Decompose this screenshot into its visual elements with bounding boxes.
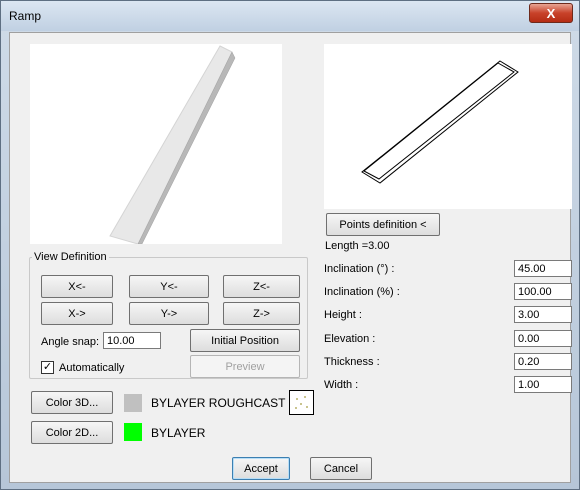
elevation-input[interactable]: [514, 330, 572, 347]
color-2d-swatch: [124, 423, 142, 441]
initial-position-button[interactable]: Initial Position: [190, 329, 300, 352]
accept-button[interactable]: Accept: [232, 457, 290, 480]
color-3d-swatch: [124, 394, 142, 412]
cancel-button[interactable]: Cancel: [310, 457, 372, 480]
height-input[interactable]: [514, 306, 572, 323]
view-x-minus-label: X<-: [68, 280, 86, 293]
accept-label: Accept: [244, 462, 278, 475]
view-x-plus-button[interactable]: X->: [41, 302, 113, 325]
view-y-minus-label: Y<-: [160, 280, 178, 293]
points-definition-label: Points definition <: [339, 218, 427, 231]
inclination-percent-label: Inclination (%) :: [324, 286, 400, 298]
view-definition-legend: View Definition: [32, 251, 109, 263]
view-y-plus-button[interactable]: Y->: [129, 302, 209, 325]
thickness-label: Thickness :: [324, 356, 380, 368]
ramp-2d-preview: [324, 44, 572, 209]
angle-snap-label: Angle snap:: [41, 336, 100, 348]
view-z-plus-label: Z->: [253, 307, 270, 320]
view-y-minus-button[interactable]: Y<-: [129, 275, 209, 298]
ramp-3d-preview: [30, 44, 282, 245]
preview-button[interactable]: Preview: [190, 355, 300, 378]
color-2d-value: BYLAYER: [151, 426, 206, 440]
color-3d-value: BYLAYER ROUGHCAST: [151, 396, 286, 410]
width-label: Width :: [324, 379, 359, 391]
title-bar: Ramp X: [1, 1, 579, 31]
cancel-label: Cancel: [323, 462, 359, 475]
automatically-label: Automatically: [59, 362, 125, 374]
elevation-label: Elevation :: [324, 333, 376, 345]
thickness-input[interactable]: [514, 353, 572, 370]
texture-thumbnail[interactable]: [289, 390, 314, 415]
color-2d-button[interactable]: Color 2D...: [31, 421, 113, 444]
color-2d-label: Color 2D...: [45, 426, 99, 439]
close-button[interactable]: X: [529, 3, 573, 23]
ramp-dialog: Ramp X Points definition < Length =3.00 …: [0, 0, 580, 490]
automatically-checkbox[interactable]: ✓: [41, 361, 54, 374]
inclination-percent-input[interactable]: [514, 283, 572, 300]
view-z-minus-button[interactable]: Z<-: [223, 275, 300, 298]
inclination-degrees-label: Inclination (°) :: [324, 263, 395, 275]
length-text: Length =3.00: [325, 240, 390, 252]
view-y-plus-label: Y->: [160, 307, 178, 320]
checkmark-icon: ✓: [42, 361, 53, 373]
angle-snap-input[interactable]: [103, 332, 161, 349]
initial-position-label: Initial Position: [211, 334, 279, 347]
view-x-minus-button[interactable]: X<-: [41, 275, 113, 298]
color-3d-button[interactable]: Color 3D...: [31, 391, 113, 414]
window-title: Ramp: [9, 9, 42, 23]
view-x-plus-label: X->: [68, 307, 86, 320]
points-definition-button[interactable]: Points definition <: [326, 213, 440, 236]
view-z-plus-button[interactable]: Z->: [223, 302, 300, 325]
ramp-2d-outline: [361, 60, 519, 184]
color-3d-label: Color 3D...: [45, 396, 99, 409]
height-label: Height :: [324, 309, 362, 321]
width-input[interactable]: [514, 376, 572, 393]
inclination-degrees-input[interactable]: [514, 260, 572, 277]
preview-label: Preview: [225, 360, 265, 373]
ramp-3d-render: [109, 45, 236, 245]
close-icon: X: [546, 5, 556, 21]
texture-pattern-icon: [295, 396, 308, 409]
view-z-minus-label: Z<-: [253, 280, 270, 293]
dialog-client-area: Points definition < Length =3.00 View De…: [9, 32, 572, 483]
